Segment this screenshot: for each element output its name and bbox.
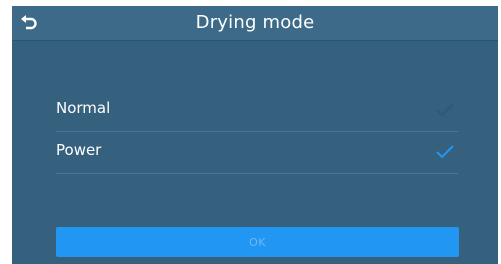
header-bar: Drying mode <box>12 6 498 41</box>
drying-mode-screen: Drying mode Normal Power OK <box>12 6 498 264</box>
check-icon <box>436 145 454 159</box>
page-title: Drying mode <box>195 12 315 33</box>
ok-button[interactable]: OK <box>56 227 459 257</box>
ok-button-label: OK <box>249 235 266 249</box>
drying-mode-options: Normal Power <box>56 90 458 174</box>
check-icon <box>436 103 454 117</box>
option-label: Normal <box>56 99 111 117</box>
option-power[interactable]: Power <box>56 132 458 174</box>
back-button[interactable] <box>14 10 44 36</box>
back-arrow-icon <box>21 15 37 30</box>
option-label: Power <box>56 141 102 159</box>
option-normal[interactable]: Normal <box>56 90 458 132</box>
